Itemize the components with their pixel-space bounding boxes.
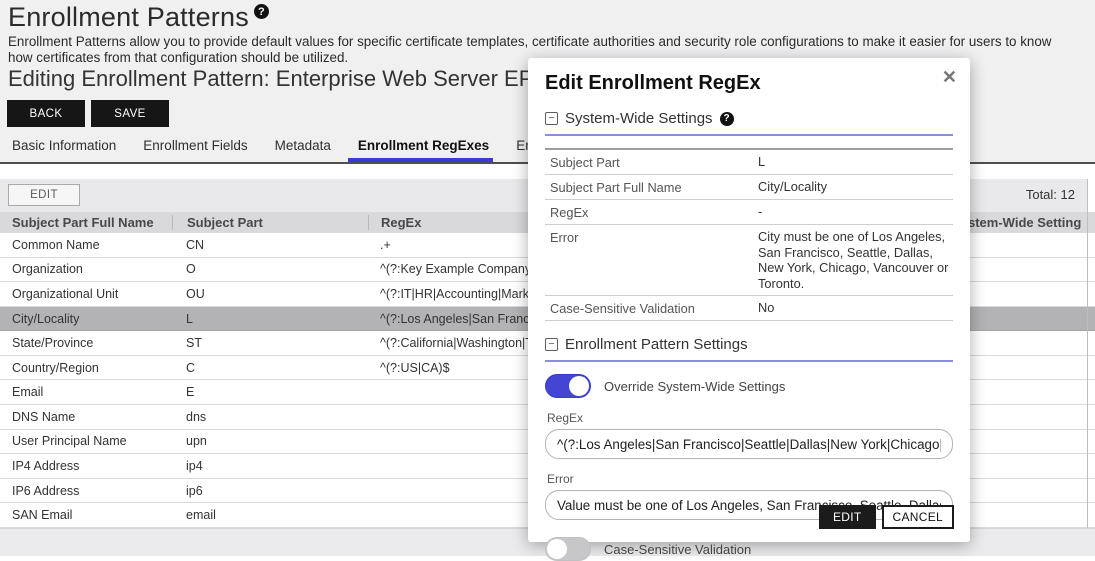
column-subject-part[interactable]: Subject Part bbox=[172, 215, 368, 230]
tab-metadata[interactable]: Metadata bbox=[273, 138, 333, 162]
system-wide-row-value: L bbox=[758, 154, 949, 170]
cell-full-name: City/Locality bbox=[0, 312, 172, 326]
page-help-icon[interactable]: ? bbox=[254, 4, 269, 19]
case-sensitive-toggle[interactable] bbox=[545, 537, 591, 561]
modal-edit-button[interactable]: EDIT bbox=[819, 505, 876, 529]
tab-enrollment-regexes[interactable]: Enrollment RegExes bbox=[356, 138, 491, 162]
back-button[interactable]: BACK bbox=[7, 100, 85, 127]
system-wide-row: Error City must be one of Los Angeles, S… bbox=[545, 225, 953, 296]
edit-enrollment-regex-modal: Edit Enrollment RegEx ✕ − System-Wide Se… bbox=[528, 58, 970, 542]
system-wide-row-label: Subject Part Full Name bbox=[550, 179, 758, 195]
regex-input[interactable] bbox=[545, 429, 953, 459]
system-wide-help-icon[interactable]: ? bbox=[720, 112, 734, 126]
column-subject-part-full-name[interactable]: Subject Part Full Name bbox=[0, 215, 172, 230]
system-wide-row-label: Subject Part bbox=[550, 154, 758, 170]
modal-cancel-button[interactable]: CANCEL bbox=[882, 505, 954, 529]
tab-enrollment-fields[interactable]: Enrollment Fields bbox=[141, 138, 249, 162]
system-wide-settings-title: System-Wide Settings bbox=[565, 110, 713, 127]
modal-title: Edit Enrollment RegEx bbox=[545, 72, 953, 95]
cell-subject-part: ip6 bbox=[172, 484, 368, 498]
system-wide-row-label: Case-Sensitive Validation bbox=[550, 300, 758, 316]
close-icon[interactable]: ✕ bbox=[942, 68, 957, 86]
cell-full-name: Country/Region bbox=[0, 361, 172, 375]
system-wide-row: Subject Part Full Name City/Locality bbox=[545, 175, 953, 200]
cell-full-name: Organization bbox=[0, 262, 172, 276]
cell-full-name: User Principal Name bbox=[0, 434, 172, 448]
cell-subject-part: email bbox=[172, 508, 368, 522]
case-toggle-label: Case-Sensitive Validation bbox=[604, 542, 751, 557]
error-field-label: Error bbox=[547, 472, 953, 486]
table-edit-button[interactable]: EDIT bbox=[8, 184, 80, 206]
total-count: Total: 12 bbox=[1026, 187, 1075, 202]
cell-full-name: DNS Name bbox=[0, 410, 172, 424]
toggle-knob bbox=[547, 539, 567, 559]
override-toggle-label: Override System-Wide Settings bbox=[604, 379, 785, 394]
section-divider bbox=[545, 134, 953, 136]
tab-basic-information[interactable]: Basic Information bbox=[10, 138, 118, 162]
system-wide-row-value: City must be one of Los Angeles, San Fra… bbox=[758, 229, 949, 291]
system-wide-row-value: City/Locality bbox=[758, 179, 949, 195]
system-wide-row-label: RegEx bbox=[550, 204, 758, 220]
cell-full-name: State/Province bbox=[0, 336, 172, 350]
override-system-wide-toggle[interactable] bbox=[545, 374, 591, 398]
save-button[interactable]: SAVE bbox=[91, 100, 169, 127]
cell-full-name: SAN Email bbox=[0, 508, 172, 522]
editing-heading: Editing Enrollment Pattern: Enterprise W… bbox=[8, 66, 546, 92]
regex-field-label: RegEx bbox=[547, 411, 953, 425]
collapse-icon[interactable]: − bbox=[545, 112, 558, 125]
cell-full-name: Common Name bbox=[0, 238, 172, 252]
cell-subject-part: ip4 bbox=[172, 459, 368, 473]
cell-subject-part: CN bbox=[172, 238, 368, 252]
cell-subject-part: C bbox=[172, 361, 368, 375]
cell-subject-part: E bbox=[172, 385, 368, 399]
toggle-knob bbox=[569, 376, 589, 396]
cell-subject-part: ST bbox=[172, 336, 368, 350]
cell-full-name: Email bbox=[0, 385, 172, 399]
cell-subject-part: OU bbox=[172, 287, 368, 301]
cell-full-name: Organizational Unit bbox=[0, 287, 172, 301]
cell-subject-part: upn bbox=[172, 434, 368, 448]
section-divider bbox=[545, 360, 953, 362]
cell-subject-part: L bbox=[172, 312, 368, 326]
cell-subject-part: O bbox=[172, 262, 368, 276]
cell-full-name: IP6 Address bbox=[0, 484, 172, 498]
column-separator bbox=[1087, 179, 1088, 528]
cell-subject-part: dns bbox=[172, 410, 368, 424]
system-wide-row: Subject Part L bbox=[545, 150, 953, 175]
enrollment-pattern-settings-title: Enrollment Pattern Settings bbox=[565, 336, 748, 353]
system-wide-row: Case-Sensitive Validation No bbox=[545, 296, 953, 321]
system-wide-table: Subject Part L Subject Part Full Name Ci… bbox=[545, 148, 953, 321]
tab-bar: Basic Information Enrollment Fields Metada… bbox=[10, 138, 604, 162]
system-wide-row-value: No bbox=[758, 300, 949, 316]
system-wide-row-value: - bbox=[758, 204, 949, 220]
system-wide-row-label: Error bbox=[550, 229, 758, 245]
page-title: Enrollment Patterns bbox=[8, 2, 249, 33]
system-wide-row: RegEx - bbox=[545, 200, 953, 225]
collapse-icon[interactable]: − bbox=[545, 338, 558, 351]
column-system-wide-setting[interactable]: stem-Wide Setting bbox=[968, 215, 1081, 230]
cell-full-name: IP4 Address bbox=[0, 459, 172, 473]
